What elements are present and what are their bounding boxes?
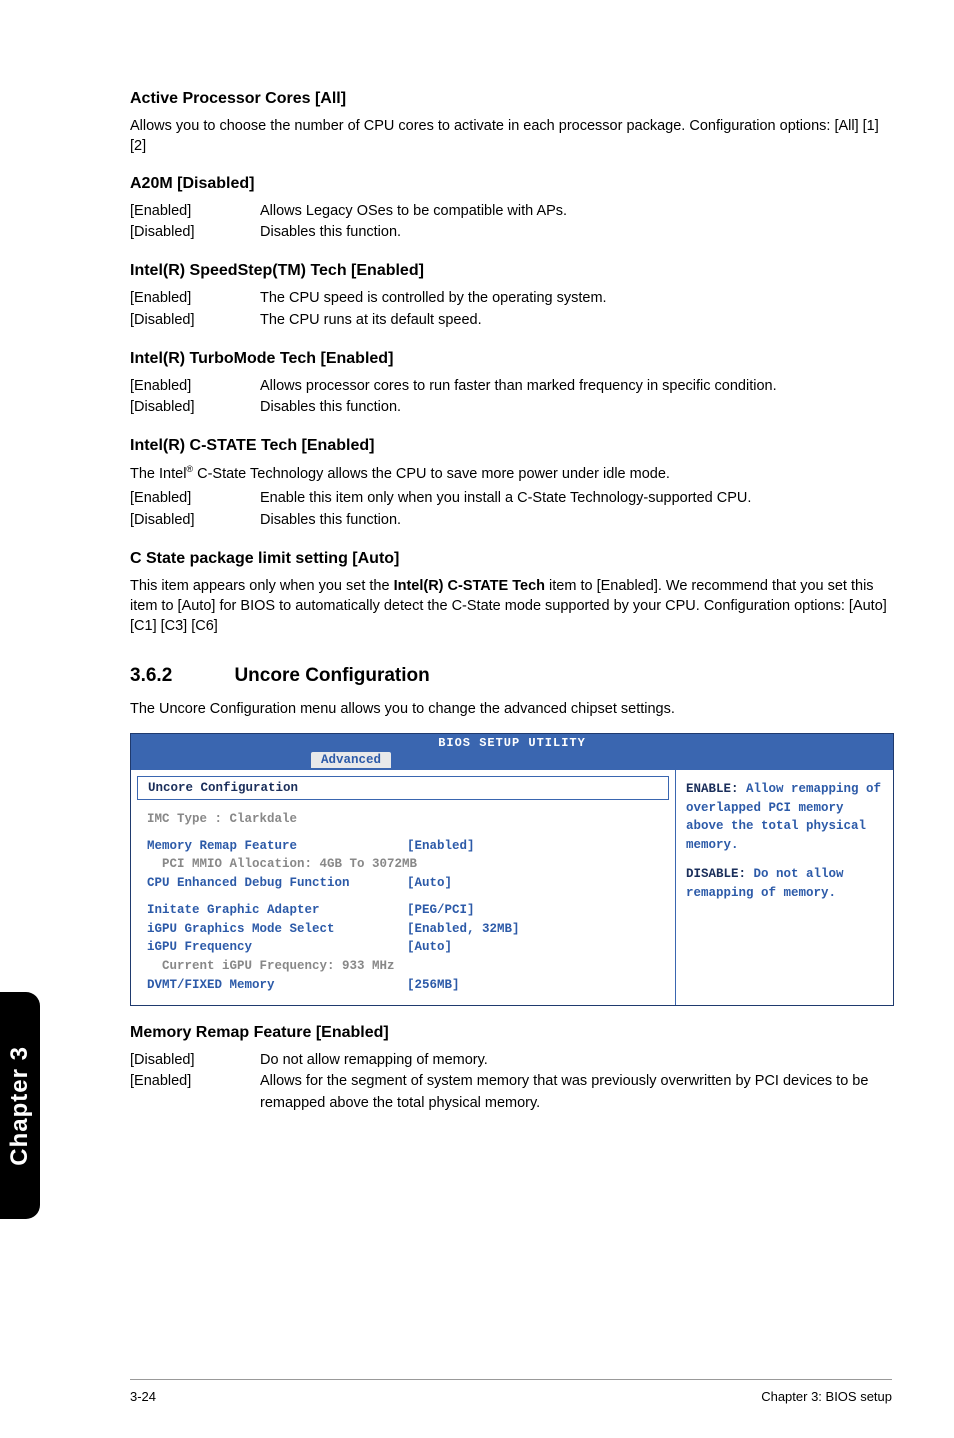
bios-setting-row[interactable]: CPU Enhanced Debug Function [Auto]: [147, 874, 659, 893]
subsection-header: 3.6.2 Uncore Configuration: [130, 665, 894, 687]
subsection-title: Uncore Configuration: [234, 665, 429, 686]
opt-key: [Enabled]: [130, 288, 260, 310]
bios-label: iGPU Graphics Mode Select: [147, 920, 407, 939]
opt-row: [Enabled] Allows for the segment of syst…: [130, 1071, 894, 1115]
opt-key: [Enabled]: [130, 376, 260, 398]
bios-setting-row[interactable]: iGPU Graphics Mode Select [Enabled, 32MB…: [147, 920, 659, 939]
opt-key: [Disabled]: [130, 222, 260, 244]
opt-val: Disables this function.: [260, 397, 894, 419]
opt-val: Disables this function.: [260, 222, 894, 244]
opt-row: [Disabled] Disables this function.: [130, 397, 894, 419]
bios-current-igpu: Current iGPU Frequency: 933 MHz: [147, 957, 659, 976]
bios-label: CPU Enhanced Debug Function: [147, 874, 407, 893]
bios-setting-row[interactable]: Initate Graphic Adapter [PEG/PCI]: [147, 901, 659, 920]
opt-key: [Enabled]: [130, 1071, 260, 1115]
opt-val: Allows Legacy OSes to be compatible with…: [260, 201, 894, 223]
opt-row: [Enabled] Allows Legacy OSes to be compa…: [130, 201, 894, 223]
opt-row: [Enabled] Enable this item only when you…: [130, 488, 894, 510]
chapter-side-text: Chapter 3: [6, 1046, 34, 1166]
bios-section-title: Uncore Configuration: [137, 776, 669, 800]
subsection-intro: The Uncore Configuration menu allows you…: [130, 699, 894, 719]
opt-val: Do not allow remapping of memory.: [260, 1050, 894, 1072]
opt-val: Allows processor cores to run faster tha…: [260, 376, 894, 398]
text-cstate-pkg: This item appears only when you set the …: [130, 576, 894, 637]
bios-help-disable: DISABLE: Do not allow remapping of memor…: [686, 865, 883, 903]
opt-row: [Disabled] Disables this function.: [130, 510, 894, 532]
opt-val: Enable this item only when you install a…: [260, 488, 894, 510]
opt-val: Allows for the segment of system memory …: [260, 1071, 894, 1115]
bios-help-panel: ENABLE: Allow remapping of overlapped PC…: [675, 770, 893, 1005]
opt-row: [Disabled] The CPU runs at its default s…: [130, 310, 894, 332]
bios-value: [Auto]: [407, 874, 659, 893]
heading-speedstep: Intel(R) SpeedStep(TM) Tech [Enabled]: [130, 262, 894, 280]
bios-tabs: Advanced: [131, 752, 893, 770]
heading-mem-remap: Memory Remap Feature [Enabled]: [130, 1024, 894, 1042]
text-bold: Intel(R) C-STATE Tech: [394, 578, 545, 594]
opt-row: [Enabled] The CPU speed is controlled by…: [130, 288, 894, 310]
text-part: The Intel: [130, 466, 186, 482]
text-part: This item appears only when you set the: [130, 578, 394, 594]
opt-row: [Enabled] Allows processor cores to run …: [130, 376, 894, 398]
heading-a20m: A20M [Disabled]: [130, 175, 894, 193]
bios-value: [256MB]: [407, 976, 659, 995]
opt-key: [Disabled]: [130, 510, 260, 532]
bios-setting-row[interactable]: DVMT/FIXED Memory [256MB]: [147, 976, 659, 995]
bios-imc-type: IMC Type : Clarkdale: [147, 810, 659, 829]
text-active-processor: Allows you to choose the number of CPU c…: [130, 116, 894, 157]
opt-key: [Disabled]: [130, 397, 260, 419]
opt-row: [Disabled] Disables this function.: [130, 222, 894, 244]
bios-panel: BIOS SETUP UTILITY Advanced Uncore Confi…: [130, 733, 894, 1006]
opt-val: The CPU speed is controlled by the opera…: [260, 288, 894, 310]
page-footer: 3-24 Chapter 3: BIOS setup: [0, 1389, 954, 1404]
bios-setting-row[interactable]: Memory Remap Feature [Enabled]: [147, 837, 659, 856]
opt-row: [Disabled] Do not allow remapping of mem…: [130, 1050, 894, 1072]
text-part: C-State Technology allows the CPU to sav…: [193, 466, 670, 482]
opt-val: Disables this function.: [260, 510, 894, 532]
bios-setting-row[interactable]: iGPU Frequency [Auto]: [147, 938, 659, 957]
bios-label: DVMT/FIXED Memory: [147, 976, 407, 995]
heading-turbo: Intel(R) TurboMode Tech [Enabled]: [130, 350, 894, 368]
bios-tab-advanced[interactable]: Advanced: [311, 752, 391, 768]
heading-active-processor: Active Processor Cores [All]: [130, 90, 894, 108]
bios-title: BIOS SETUP UTILITY: [131, 734, 893, 752]
bios-value: [PEG/PCI]: [407, 901, 659, 920]
bios-help-enable: ENABLE: Allow remapping of overlapped PC…: [686, 780, 883, 855]
page-number: 3-24: [130, 1389, 156, 1404]
chapter-side-tab: Chapter 3: [0, 992, 40, 1219]
heading-cstate-pkg: C State package limit setting [Auto]: [130, 550, 894, 568]
opt-val: The CPU runs at its default speed.: [260, 310, 894, 332]
chapter-label: Chapter 3: BIOS setup: [761, 1389, 892, 1404]
opt-key: [Enabled]: [130, 488, 260, 510]
opt-key: [Enabled]: [130, 201, 260, 223]
bios-value: [Auto]: [407, 938, 659, 957]
bios-value: [Enabled]: [407, 837, 659, 856]
bios-label: Initate Graphic Adapter: [147, 901, 407, 920]
heading-cstate: Intel(R) C-STATE Tech [Enabled]: [130, 437, 894, 455]
bios-pci-mmio: PCI MMIO Allocation: 4GB To 3072MB: [147, 855, 659, 874]
text-cstate-intro: The Intel® C-State Technology allows the…: [130, 463, 894, 484]
footer-divider: [130, 1379, 892, 1380]
bios-value: [Enabled, 32MB]: [407, 920, 659, 939]
opt-key: [Disabled]: [130, 310, 260, 332]
opt-key: [Disabled]: [130, 1050, 260, 1072]
bios-label: Memory Remap Feature: [147, 837, 407, 856]
subsection-num: 3.6.2: [130, 665, 230, 687]
bios-label: iGPU Frequency: [147, 938, 407, 957]
